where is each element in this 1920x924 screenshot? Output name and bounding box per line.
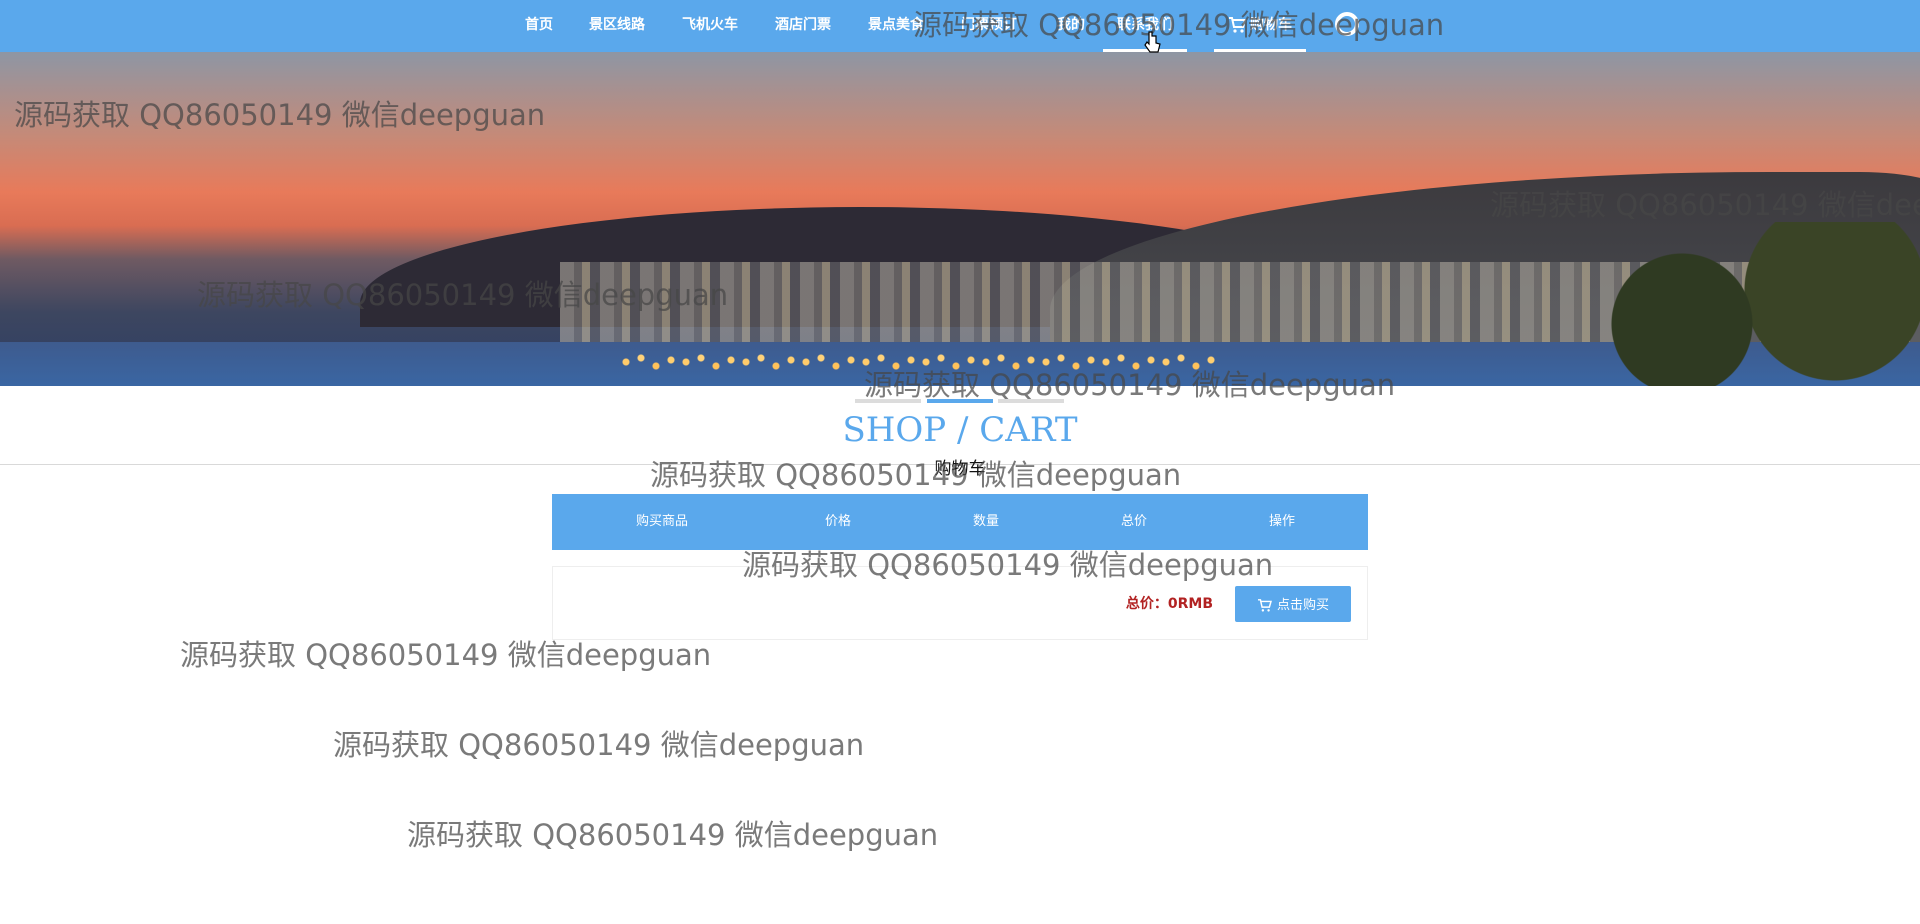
nav-item-routes[interactable]: 景区线路 — [589, 0, 645, 52]
nav-item-transport[interactable]: 飞机火车 — [682, 0, 738, 52]
cart-total: 总价：0RMB — [1125, 596, 1213, 612]
col-product: 购买商品 — [635, 514, 688, 529]
watermark-text: 源码获取 QQ86050149 微信deepguan — [14, 98, 546, 132]
watermark-text: 源码获取 QQ86050149 微信deepguan — [407, 818, 939, 852]
nav-item-home[interactable]: 首页 — [525, 0, 553, 52]
watermark-text: 源码获取 QQ86050149 微信deepguan — [864, 368, 1396, 402]
watermark-text: 源码获取 QQ86050149 微信deepguan — [333, 728, 865, 762]
watermark-text: 源码获取 QQ86050149 微信deepguan — [197, 278, 729, 312]
watermark-text: 源码获取 QQ86050149 微信deepguan — [180, 638, 712, 672]
mouse-cursor-icon — [1144, 31, 1161, 53]
watermark-text: 源码获取 QQ86050149 微信deepguan — [913, 8, 1445, 42]
page-title: SHOP / CART — [842, 410, 1078, 450]
cart-icon — [1257, 599, 1272, 612]
buy-button[interactable]: 点击购买 — [1235, 586, 1351, 622]
watermark-text: 源码获取 QQ86050149 微信deepguan — [1490, 188, 1920, 222]
watermark-text: 源码获取 QQ86050149 微信deepguan — [742, 548, 1274, 582]
nav-item-hotel-tickets[interactable]: 酒店门票 — [775, 0, 831, 52]
banner-trees — [1580, 222, 1920, 386]
buy-button-label: 点击购买 — [1276, 597, 1329, 612]
watermark-text: 源码获取 QQ86050149 微信deepguan — [650, 458, 1182, 492]
